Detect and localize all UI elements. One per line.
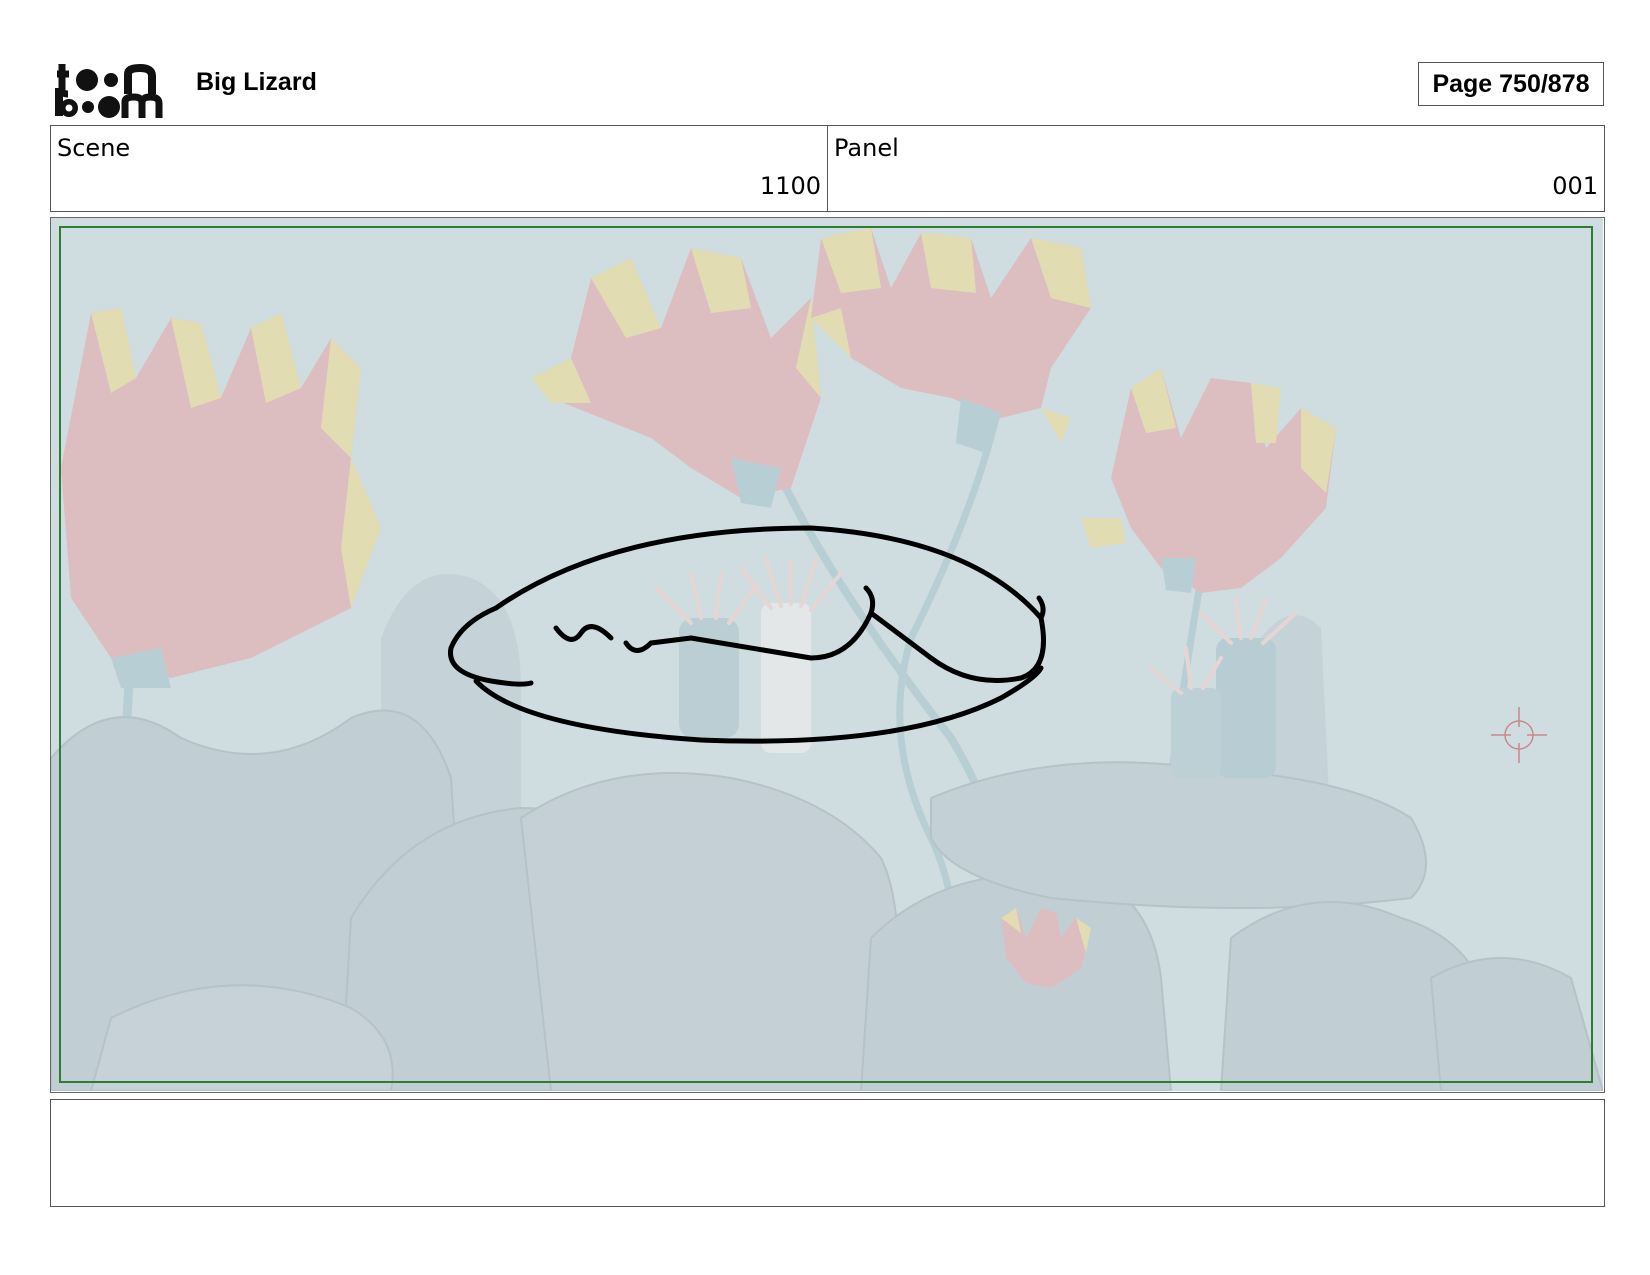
page-counter: Page 750/878 bbox=[1418, 62, 1604, 106]
panel-cell: Panel 001 bbox=[827, 126, 1604, 211]
scene-number: 1100 bbox=[759, 172, 821, 200]
scene-panel-info: Scene 1100 Panel 001 bbox=[50, 125, 1605, 212]
project-title: Big Lizard bbox=[196, 68, 317, 96]
toonboom-logo bbox=[55, 63, 163, 118]
scene-cell: Scene 1100 bbox=[51, 126, 827, 211]
page-header: Big Lizard Page 750/878 bbox=[0, 0, 1650, 120]
notes-area bbox=[50, 1099, 1605, 1207]
panel-artwork bbox=[51, 218, 1603, 1091]
scene-label: Scene bbox=[57, 134, 131, 162]
storyboard-panel bbox=[50, 217, 1605, 1093]
panel-label: Panel bbox=[834, 134, 899, 162]
panel-number: 001 bbox=[1552, 172, 1598, 200]
